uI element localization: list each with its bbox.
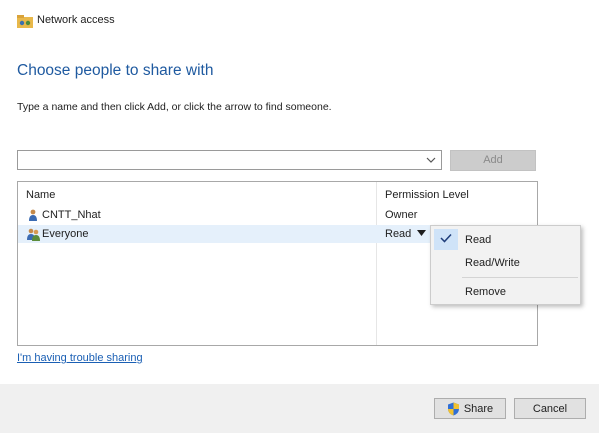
instruction-text: Type a name and then click Add, or click… (17, 101, 332, 113)
add-button[interactable]: Add (450, 150, 536, 171)
column-header-name[interactable]: Name (26, 189, 55, 201)
column-header-permission[interactable]: Permission Level (385, 189, 469, 201)
share-button-label: Share (463, 402, 494, 415)
share-button[interactable]: Share (434, 398, 506, 419)
dropdown-arrow-icon[interactable] (417, 230, 426, 237)
user-icon (29, 209, 37, 221)
trouble-sharing-link[interactable]: I'm having trouble sharing (17, 352, 143, 364)
row-permission: Owner (385, 209, 418, 221)
table-row[interactable]: CNTT_Nhat Owner (18, 206, 537, 224)
group-icon (27, 228, 40, 241)
name-combobox[interactable] (17, 150, 442, 170)
network-folder-icon (17, 15, 33, 28)
menu-item-read[interactable]: Read (465, 234, 491, 246)
row-name: Everyone (42, 228, 89, 240)
menu-item-remove[interactable]: Remove (465, 286, 506, 298)
dialog-footer: Share Cancel (0, 384, 599, 433)
menu-separator (462, 277, 578, 278)
window-title: Network access (37, 14, 115, 26)
cancel-button[interactable]: Cancel (514, 398, 586, 419)
chevron-down-icon[interactable] (425, 153, 437, 167)
uac-shield-icon (447, 402, 459, 415)
menu-item-read-write[interactable]: Read/Write (465, 257, 520, 269)
row-permission[interactable]: Read (385, 228, 411, 240)
name-input[interactable] (18, 151, 426, 169)
permission-menu: Read Read/Write Remove (430, 225, 581, 305)
title-bar: Network access (0, 0, 599, 44)
row-name: CNTT_Nhat (42, 209, 101, 221)
checkmark-icon (440, 233, 452, 243)
page-heading: Choose people to share with (17, 62, 214, 79)
